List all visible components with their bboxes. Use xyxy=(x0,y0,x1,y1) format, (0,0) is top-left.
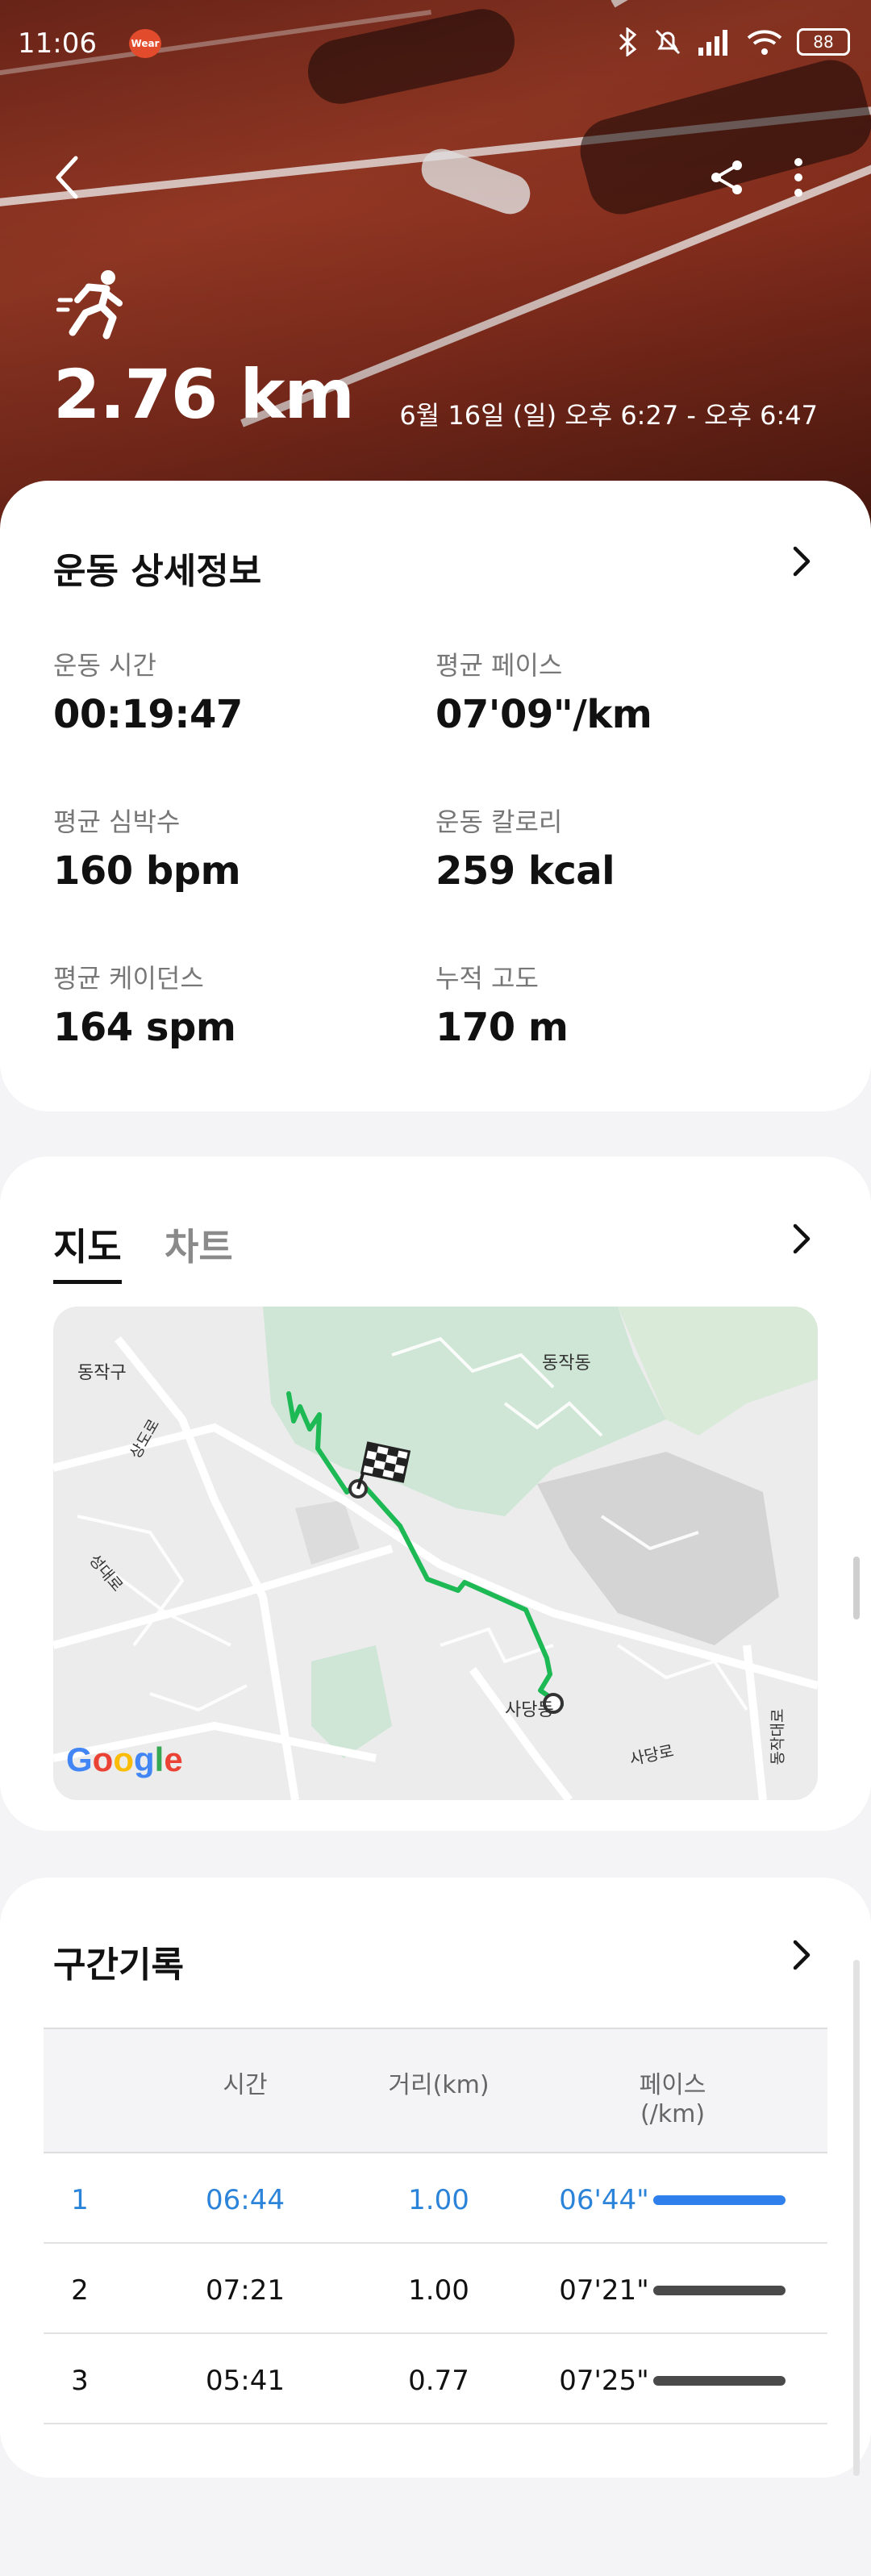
status-bar: 11:06 Wear 88 xyxy=(0,23,871,63)
split-number: 1 xyxy=(71,2184,89,2216)
splits-title: 구간기록 xyxy=(53,1945,184,1986)
split-pace: 07'21" xyxy=(559,2274,649,2307)
split-time: 07:21 xyxy=(206,2274,285,2307)
route-map[interactable]: 동작구 동작동 상도로 성대로 사당동 사당로 동작대로 Google xyxy=(53,1307,818,1800)
header-distance: 거리(km) xyxy=(388,2071,490,2099)
signal-icon xyxy=(698,30,727,56)
map-label-dongjak-dong: 동작동 xyxy=(542,1353,591,1373)
share-icon xyxy=(711,160,742,194)
splits-table: 시간 거리(km) 페이스 (/km) 1 06:44 1.00 06'44" … xyxy=(44,2028,827,2424)
google-logo: Google xyxy=(66,1740,183,1778)
stat-avg-heart-rate: 평균 심박수 160 bpm xyxy=(53,802,241,894)
stat-label: 평균 케이던스 xyxy=(53,963,204,994)
splits-chevron-icon[interactable] xyxy=(786,1939,818,1971)
mute-icon xyxy=(655,29,681,55)
bluetooth-icon xyxy=(619,27,637,56)
system-icons: 88 xyxy=(618,27,850,56)
split-distance: 1.00 xyxy=(408,2184,469,2216)
stat-elevation-gain: 누적 고도 170 m xyxy=(436,958,569,1050)
map-canvas xyxy=(53,1307,818,1800)
header-pace: 페이스 (/km) xyxy=(608,2065,737,2128)
stat-avg-cadence: 평균 케이던스 164 spm xyxy=(53,958,236,1050)
split-number: 2 xyxy=(71,2274,89,2307)
map-hill-shade xyxy=(295,1500,360,1565)
battery-level: 88 xyxy=(813,32,834,52)
share-button[interactable] xyxy=(703,153,752,202)
split-row-1: 1 06:44 1.00 06'44" xyxy=(44,2153,827,2244)
page-scrollbar[interactable] xyxy=(853,1557,860,1619)
hero-banner: 11:06 Wear 88 2.76 km 6월 16일 (일) 오후 6:27… xyxy=(0,0,871,532)
splits-table-header: 시간 거리(km) 페이스 (/km) xyxy=(44,2028,827,2153)
wifi-icon xyxy=(747,30,782,55)
split-row-3: 3 05:41 0.77 07'25" xyxy=(44,2334,827,2424)
split-distance: 0.77 xyxy=(408,2365,469,2397)
header-pace-label: 페이스 xyxy=(639,2071,706,2099)
running-icon xyxy=(56,270,123,340)
stat-avg-pace: 평균 페이스 07'09"/km xyxy=(436,645,652,737)
split-pace: 07'25" xyxy=(559,2365,649,2397)
total-distance: 2.76 km xyxy=(53,355,355,434)
back-arrow-icon xyxy=(56,156,78,199)
split-time: 05:41 xyxy=(206,2365,285,2397)
back-button[interactable] xyxy=(44,153,92,202)
hero-overlay xyxy=(0,0,871,532)
split-distance: 1.00 xyxy=(408,2274,469,2307)
workout-details-card: 운동 상세정보 운동 시간 00:19:47 평균 페이스 07'09"/km … xyxy=(0,481,871,1111)
workout-date-range: 6월 16일 (일) 오후 6:27 - 오후 6:47 xyxy=(399,400,818,431)
stat-value: 160 bpm xyxy=(53,848,241,894)
split-number: 3 xyxy=(71,2365,89,2397)
stat-value: 07'09"/km xyxy=(436,692,652,737)
wear-badge: Wear xyxy=(129,29,161,58)
tab-chart[interactable]: 차트 xyxy=(165,1218,233,1271)
split-row-2: 2 07:21 1.00 07'21" xyxy=(44,2244,827,2334)
stat-label: 평균 심박수 xyxy=(53,807,181,837)
stat-value: 00:19:47 xyxy=(53,692,243,737)
stat-duration: 운동 시간 00:19:47 xyxy=(53,645,243,737)
status-time: 11:06 xyxy=(18,27,97,60)
split-pace-bar xyxy=(653,2286,786,2295)
map-chevron-icon[interactable] xyxy=(786,1223,818,1255)
split-pace: 06'44" xyxy=(559,2184,649,2216)
stat-label: 누적 고도 xyxy=(436,963,539,994)
split-time: 06:44 xyxy=(206,2184,285,2216)
map-label-dongjak-daero: 동작대로 xyxy=(769,1708,787,1765)
split-pace-bar xyxy=(653,2376,786,2386)
map-label-sadang: 사당동 xyxy=(505,1700,554,1720)
map-label-dongjak-gu: 동작구 xyxy=(77,1363,127,1383)
split-pace-bar xyxy=(653,2195,786,2205)
stat-label: 운동 칼로리 xyxy=(436,807,563,837)
more-vertical-icon xyxy=(794,158,802,197)
details-title: 운동 상세정보 xyxy=(53,551,262,592)
more-options-button[interactable] xyxy=(774,153,823,202)
map-park-area xyxy=(311,1645,392,1758)
stat-label: 운동 시간 xyxy=(53,650,156,681)
stat-value: 259 kcal xyxy=(436,848,615,894)
header-pace-unit: (/km) xyxy=(640,2100,706,2128)
tab-map[interactable]: 지도 xyxy=(53,1218,122,1284)
battery-indicator: 88 xyxy=(797,28,850,56)
header-time: 시간 xyxy=(223,2071,268,2099)
splits-scrollbar[interactable] xyxy=(853,1960,860,2476)
stat-label: 평균 페이스 xyxy=(436,650,563,681)
stat-value: 170 m xyxy=(436,1005,569,1050)
stat-value: 164 spm xyxy=(53,1005,236,1050)
stat-calories: 운동 칼로리 259 kcal xyxy=(436,802,615,894)
details-chevron-icon[interactable] xyxy=(786,545,818,577)
